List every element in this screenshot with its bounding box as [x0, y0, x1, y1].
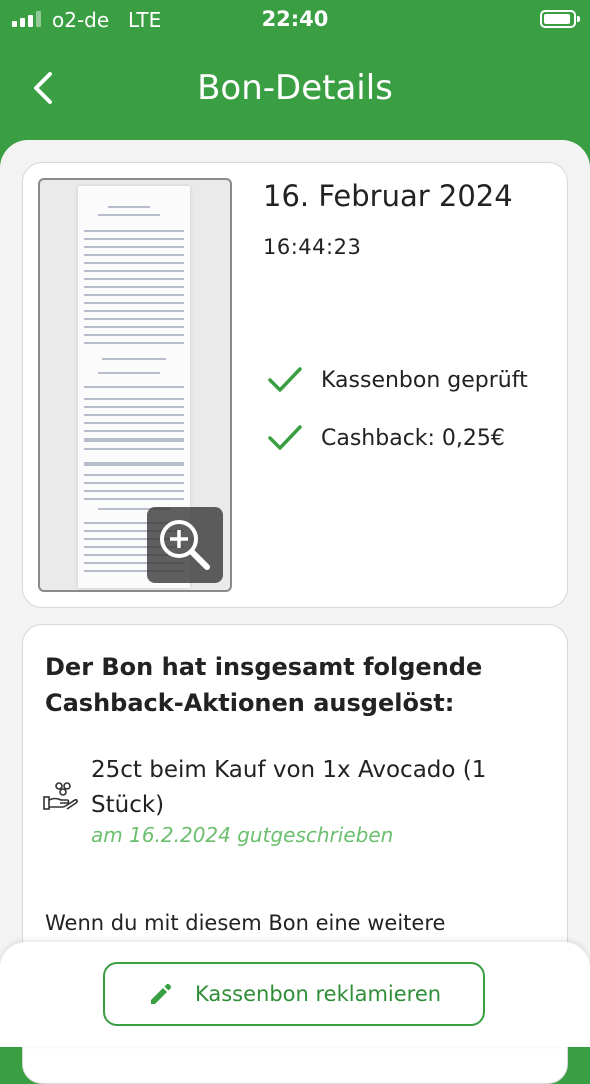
check-label: Cashback: 0,25€ [321, 425, 505, 451]
info-note: Wenn du mit diesem Bon eine weitere [45, 911, 446, 935]
cashback-heading: Der Bon hat insgesamt folgende Cashback-… [45, 653, 483, 717]
cashback-item-status: am 16.2.2024 gutgeschrieben [91, 823, 394, 847]
pencil-icon [150, 983, 172, 1004]
page-title: Bon-Details [197, 68, 393, 108]
checkmark-icon [268, 425, 302, 450]
cashback-item-text: 25ct beim Kauf von 1x Avocado (1 Stück) [91, 757, 487, 818]
receipt-summary-card: 16. Februar 2024 16:44:23 Kassenbon gepr… [22, 162, 568, 608]
check-item-verified: Kassenbon geprüft [267, 365, 528, 395]
reclaim-button-label: Kassenbon reklamieren [194, 982, 442, 1006]
status-bar: o2-de LTE 22:40 [0, 0, 590, 40]
check-label: Kassenbon geprüft [321, 367, 528, 393]
receipt-thumbnail[interactable] [38, 178, 232, 592]
content-sheet: 16. Februar 2024 16:44:23 Kassenbon gepr… [0, 140, 590, 1084]
hand-coins-icon [43, 782, 78, 810]
check-item-cashback: Cashback: 0,25€ [267, 423, 505, 453]
reclaim-receipt-button[interactable]: Kassenbon reklamieren [103, 962, 485, 1026]
receipt-time: 16:44:23 [263, 235, 362, 259]
zoom-button[interactable] [147, 507, 223, 583]
receipt-date: 16. Februar 2024 [263, 179, 513, 213]
bottom-action-bar: Kassenbon reklamieren [0, 942, 590, 1047]
checkmark-icon [268, 367, 302, 392]
app-header: o2-de LTE 22:40 Bon-Details [0, 0, 590, 160]
zoom-in-icon [160, 520, 210, 570]
battery-icon [540, 10, 580, 28]
status-time: 22:40 [261, 7, 329, 31]
